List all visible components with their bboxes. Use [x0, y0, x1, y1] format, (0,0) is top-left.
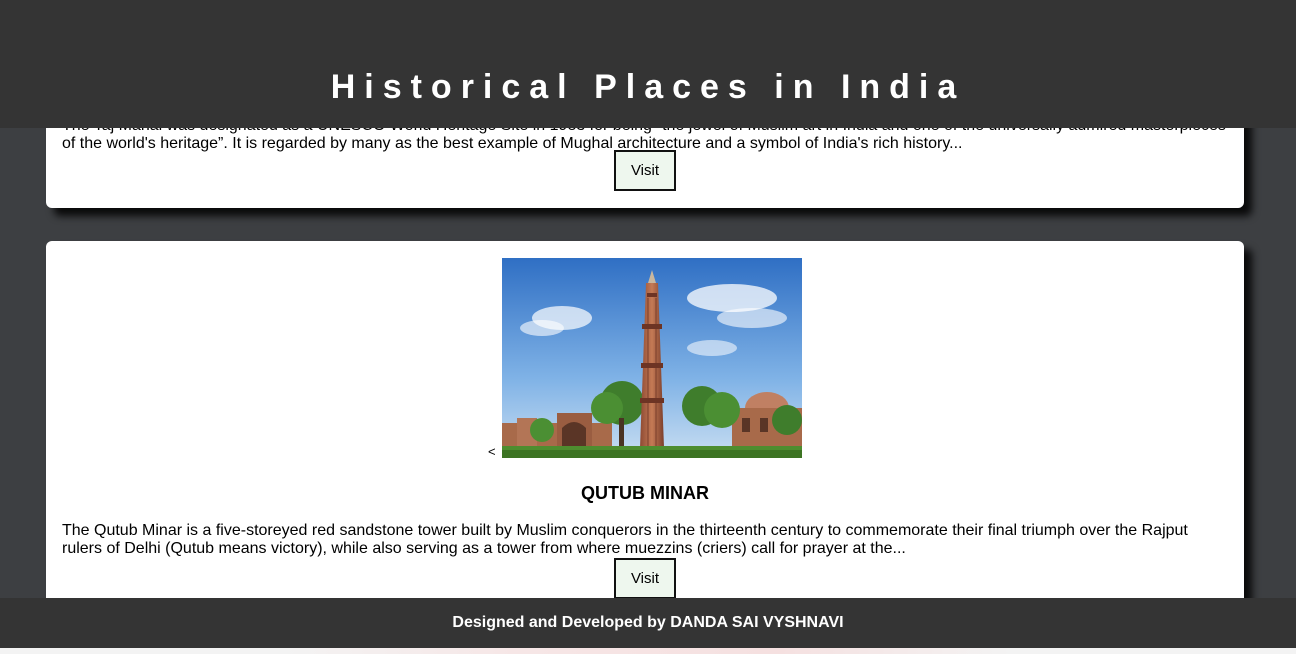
image-row: < — [46, 258, 1244, 459]
site-header: Historical Places in India — [0, 0, 1296, 128]
place-title: QUTUB MINAR — [581, 483, 709, 503]
footer-credit: Designed and Developed by DANDA SAI VYSH… — [452, 614, 844, 631]
place-card-qutub-minar: < QUTUB MINAR The Qutub Minar is a five-… — [46, 241, 1244, 654]
visit-button[interactable]: Visit — [614, 558, 676, 599]
visit-button[interactable]: Visit — [614, 150, 676, 191]
place-description: The Qutub Minar is a five-storeyed red s… — [62, 522, 1188, 557]
page: Historical Places in India The Taj Mahal… — [0, 0, 1296, 654]
qutub-minar-image — [502, 258, 802, 458]
bottom-strip — [0, 648, 1296, 654]
site-footer: Designed and Developed by DANDA SAI VYSH… — [0, 598, 1296, 648]
prev-image-arrow[interactable]: < — [488, 444, 496, 459]
page-title: Historical Places in India — [330, 68, 966, 106]
